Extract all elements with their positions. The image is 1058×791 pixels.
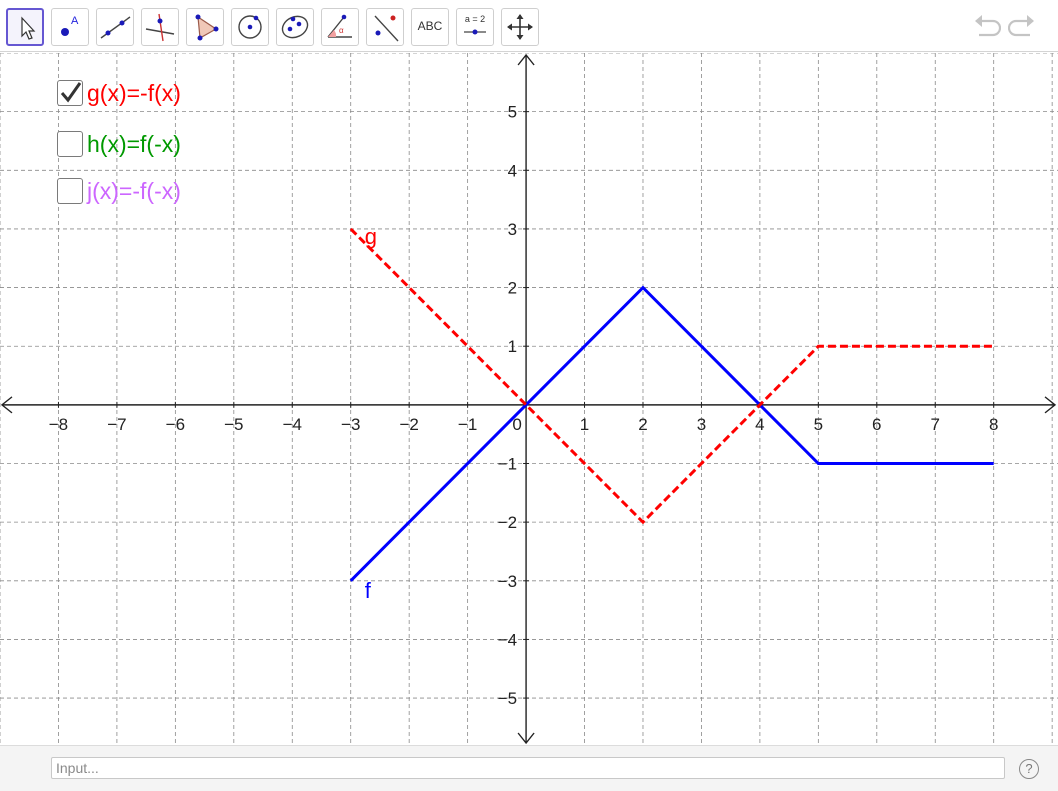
line-tool-button[interactable] (96, 8, 134, 46)
y-tick-label: 3 (508, 220, 517, 239)
point-tool-button[interactable]: A (51, 8, 89, 46)
x-tick-label: 3 (697, 415, 706, 434)
move-tool-button[interactable] (6, 8, 44, 46)
checkbox-j[interactable] (57, 178, 83, 204)
y-tick-label: 5 (508, 103, 517, 122)
svg-text:A: A (71, 15, 79, 27)
series: fg (349, 224, 994, 603)
check-mark-icon (60, 82, 82, 103)
x-tick-label: 7 (931, 415, 940, 434)
series-label-g: g (365, 224, 377, 249)
y-tick-label: −2 (498, 513, 517, 532)
checkbox-label-j: j(x)=-f(-x) (87, 178, 181, 204)
reflect-about-line-tool-icon (374, 15, 399, 42)
checkbox-h[interactable] (57, 131, 83, 157)
ellipse-tool-button[interactable] (276, 8, 314, 46)
x-tick-label: 2 (638, 415, 647, 434)
text-tool-button[interactable]: ABC (411, 8, 449, 46)
series-label-f: f (365, 578, 372, 603)
checkbox-label-g: g(x)=-f(x) (87, 80, 181, 106)
x-tick-label: −5 (224, 415, 243, 434)
graphics-view[interactable]: −8 −7 −6 −5 −4 −3 −2 −1 0 1 2 3 4 5 6 7 8 −5 −4 −3 −2 −1 1 2 3 4 5… (0, 53, 1058, 745)
x-tick-label: −2 (399, 415, 418, 434)
y-tick-label: −3 (498, 572, 517, 591)
move-graphics-view-tool-button[interactable] (501, 8, 539, 46)
svg-text:α: α (339, 26, 344, 35)
line-tool-icon (100, 16, 131, 39)
redo-button[interactable] (1007, 12, 1038, 40)
checkbox-h-box[interactable] (57, 131, 83, 157)
y-tick-label: 2 (508, 279, 517, 298)
x-tick-label: 4 (755, 415, 764, 434)
x-tick-label: −1 (458, 415, 477, 434)
y-tick-label: −1 (498, 455, 517, 474)
help-icon[interactable]: ? (1019, 759, 1039, 779)
undo-button[interactable] (971, 12, 1002, 40)
y-tick-label: 1 (508, 337, 517, 356)
polygon-tool-button[interactable] (186, 8, 224, 46)
x-tick-label: 8 (989, 415, 998, 434)
redo-icon (1007, 15, 1034, 37)
x-tick-label: 1 (580, 415, 589, 434)
circle-tool-button[interactable] (231, 8, 269, 46)
input-field[interactable] (51, 757, 1005, 779)
perpendicular-line-tool-icon (145, 13, 175, 42)
slider-tool-button[interactable]: a = 2 (456, 8, 494, 46)
point-tool-icon: A (61, 15, 79, 36)
y-tick-label: −4 (498, 630, 517, 649)
slider-tool-icon (464, 29, 486, 35)
perpendicular-line-tool-button[interactable] (141, 8, 179, 46)
x-tick-label: −6 (166, 415, 185, 434)
angle-tool-button[interactable]: α (321, 8, 359, 46)
series-line-g (349, 227, 994, 525)
y-tick-label: −5 (498, 689, 517, 708)
x-tick-label: −7 (107, 415, 126, 434)
undo-icon (975, 15, 1002, 37)
x-tick-label: −4 (283, 415, 302, 434)
series-line-f (349, 285, 994, 582)
input-bar: ? (0, 745, 1058, 791)
angle-tool-icon: α (327, 14, 352, 38)
toolbar: A α ABC a = 2 (0, 0, 1058, 52)
checkbox-label-h: h(x)=f(-x) (87, 131, 181, 157)
x-tick-label: 6 (872, 415, 881, 434)
x-tick-label: 5 (814, 415, 823, 434)
ellipse-tool-icon (281, 15, 309, 39)
reflect-tool-button[interactable] (366, 8, 404, 46)
x-tick-label: −8 (49, 415, 68, 434)
move-graphics-view-tool-icon (507, 14, 533, 40)
polygon-tool-icon (195, 14, 219, 41)
move-tool-icon (21, 16, 36, 40)
y-tick-label: 4 (508, 161, 517, 180)
checkbox-g[interactable] (57, 80, 83, 106)
x-tick-label: −3 (341, 415, 360, 434)
circle-center-point-tool-icon (238, 15, 262, 39)
checkbox-j-box[interactable] (57, 178, 83, 204)
text-tool-icon: ABC (417, 19, 443, 33)
